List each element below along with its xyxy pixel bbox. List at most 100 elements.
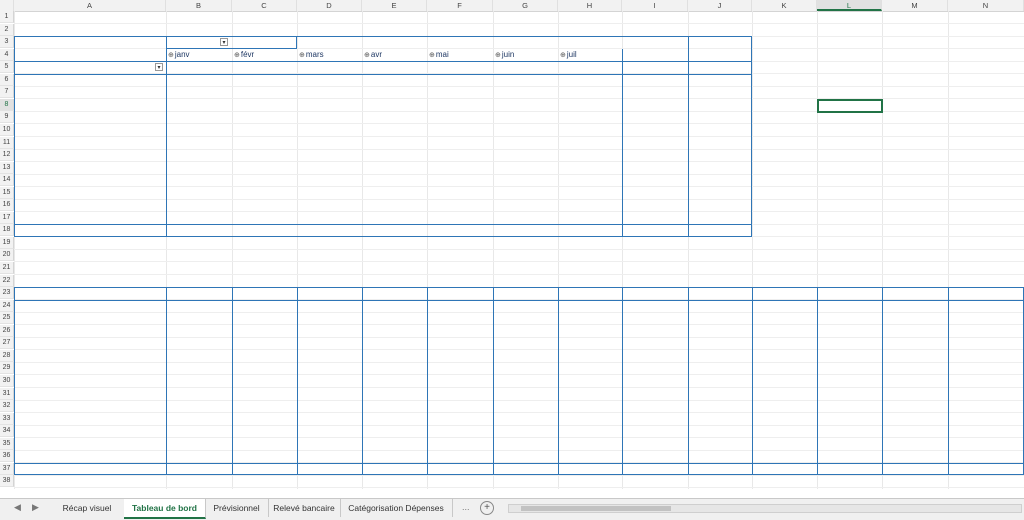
- reel-cell[interactable]: [493, 199, 558, 211]
- row-header-5[interactable]: 5: [0, 61, 14, 74]
- row-header-7[interactable]: 7: [0, 86, 14, 99]
- row-header-36[interactable]: 36: [0, 450, 14, 463]
- prev-cell[interactable]: [427, 438, 493, 450]
- reel-cell[interactable]: [166, 162, 232, 174]
- reel-cell[interactable]: [362, 86, 427, 98]
- reel-cell[interactable]: [558, 199, 622, 211]
- row-header-27[interactable]: 27: [0, 337, 14, 350]
- prev-cell[interactable]: [232, 325, 297, 337]
- prev-cell[interactable]: [493, 312, 558, 324]
- column-header-l[interactable]: L: [817, 0, 882, 11]
- tab-scroll-left-icon[interactable]: ◀: [14, 502, 21, 513]
- prev-cell[interactable]: [688, 375, 752, 387]
- prev-cell[interactable]: [817, 425, 882, 437]
- month-header-juin[interactable]: ⊕juin: [493, 49, 558, 61]
- prev-cell[interactable]: [882, 300, 948, 312]
- reel-cell[interactable]: [232, 199, 297, 211]
- reel-cell[interactable]: [362, 137, 427, 149]
- prev-row-label[interactable]: [15, 325, 165, 337]
- reel-cell[interactable]: [493, 149, 558, 161]
- prev-cell[interactable]: [688, 300, 752, 312]
- row-header-32[interactable]: 32: [0, 400, 14, 413]
- reel-row-label[interactable]: [15, 187, 165, 199]
- prev-cell[interactable]: [166, 300, 232, 312]
- row-header-13[interactable]: 13: [0, 161, 14, 174]
- prev-cell[interactable]: [427, 413, 493, 425]
- reel-cell[interactable]: [558, 187, 622, 199]
- reel-row-avg[interactable]: [688, 212, 752, 224]
- prev-cell[interactable]: [493, 450, 558, 462]
- prev-row-label[interactable]: [15, 438, 165, 450]
- prev-cell[interactable]: [166, 362, 232, 374]
- prev-cell[interactable]: [817, 325, 882, 337]
- prev-cell[interactable]: [493, 300, 558, 312]
- prev-cell[interactable]: [622, 350, 688, 362]
- prev-cell[interactable]: [493, 362, 558, 374]
- reel-cell[interactable]: [232, 111, 297, 123]
- reel-cell[interactable]: [427, 111, 493, 123]
- prev-cell[interactable]: [688, 350, 752, 362]
- reel-cell[interactable]: [493, 74, 558, 86]
- prev-cell[interactable]: [882, 362, 948, 374]
- filter-value-box[interactable]: [166, 36, 297, 50]
- prev-cell[interactable]: [166, 312, 232, 324]
- prev-cell[interactable]: [882, 375, 948, 387]
- reel-cell[interactable]: [166, 174, 232, 186]
- prev-cell[interactable]: [297, 362, 362, 374]
- prev-row-label[interactable]: [15, 312, 165, 324]
- prev-cell[interactable]: [882, 337, 948, 349]
- reel-cell[interactable]: [232, 137, 297, 149]
- reel-row-avg[interactable]: [688, 74, 752, 86]
- column-header-a[interactable]: A: [14, 0, 166, 11]
- prev-cell[interactable]: [232, 413, 297, 425]
- month-header-févr[interactable]: ⊕févr: [232, 49, 297, 61]
- row-header-11[interactable]: 11: [0, 136, 14, 149]
- row-header-17[interactable]: 17: [0, 211, 14, 224]
- prev-cell[interactable]: [427, 337, 493, 349]
- prev-cell[interactable]: [882, 450, 948, 462]
- reel-cell[interactable]: [232, 99, 297, 111]
- reel-row-label[interactable]: [15, 174, 165, 186]
- prev-cell[interactable]: [558, 312, 622, 324]
- reel-row-total[interactable]: [622, 86, 688, 98]
- reel-cell[interactable]: [493, 111, 558, 123]
- prev-cell[interactable]: [297, 325, 362, 337]
- prev-cell[interactable]: [362, 413, 427, 425]
- prev-cell[interactable]: [882, 350, 948, 362]
- expand-icon[interactable]: ⊕: [168, 52, 174, 59]
- prev-cell[interactable]: [817, 388, 882, 400]
- reel-cell[interactable]: [166, 187, 232, 199]
- reel-row-label[interactable]: [15, 137, 165, 149]
- prev-cell[interactable]: [427, 300, 493, 312]
- reel-grand-total-cell[interactable]: [427, 224, 493, 236]
- column-header-e[interactable]: E: [362, 0, 427, 11]
- reel-cell[interactable]: [362, 124, 427, 136]
- prev-total-cell[interactable]: [362, 463, 427, 475]
- row-header-3[interactable]: 3: [0, 36, 14, 49]
- reel-grand-avg[interactable]: [688, 224, 752, 236]
- prev-cell[interactable]: [232, 312, 297, 324]
- prev-cell[interactable]: [232, 450, 297, 462]
- prev-cell[interactable]: [558, 413, 622, 425]
- column-header-b[interactable]: B: [166, 0, 232, 11]
- prev-cell[interactable]: [232, 438, 297, 450]
- row-header-33[interactable]: 33: [0, 412, 14, 425]
- prev-row-label[interactable]: [15, 350, 165, 362]
- prev-cell[interactable]: [427, 362, 493, 374]
- reel-cell[interactable]: [297, 187, 362, 199]
- prev-cell[interactable]: [297, 438, 362, 450]
- prev-cell[interactable]: [297, 312, 362, 324]
- reel-cell[interactable]: [493, 212, 558, 224]
- column-header-k[interactable]: K: [752, 0, 817, 11]
- prev-cell[interactable]: [622, 337, 688, 349]
- row-header-16[interactable]: 16: [0, 199, 14, 212]
- prev-cell[interactable]: [558, 350, 622, 362]
- prev-cell[interactable]: [362, 325, 427, 337]
- reel-cell[interactable]: [558, 212, 622, 224]
- reel-grand-total-cell[interactable]: [297, 224, 362, 236]
- prev-cell[interactable]: [297, 425, 362, 437]
- row-header-9[interactable]: 9: [0, 111, 14, 124]
- row-header-31[interactable]: 31: [0, 387, 14, 400]
- prev-cell[interactable]: [948, 337, 1024, 349]
- reel-cell[interactable]: [427, 162, 493, 174]
